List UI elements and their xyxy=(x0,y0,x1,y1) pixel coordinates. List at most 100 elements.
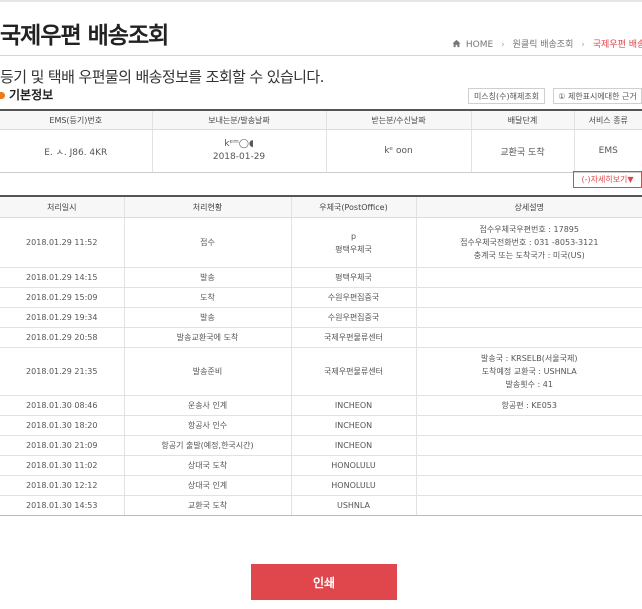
delivery-stage: 교환국 도착 xyxy=(470,129,574,173)
row-datetime: 2018.01.29 20:58 xyxy=(0,327,124,348)
column-header: 서비스 종류 xyxy=(573,110,642,130)
row-datetime: 2018.01.30 14:53 xyxy=(0,495,124,516)
page-title: 국제우편 배송조회 xyxy=(0,23,169,49)
row-datetime: 2018.01.30 18:20 xyxy=(0,415,124,436)
breadcrumb-home[interactable]: HOME xyxy=(466,40,493,50)
row-status: 운송사 인계 xyxy=(123,395,291,416)
office-name: 수원우편집중국 xyxy=(327,313,380,322)
send-date: 2018-01-29 xyxy=(212,152,266,162)
office-name: 국제우편물류센터 xyxy=(324,333,383,342)
top-border xyxy=(0,0,642,2)
detail-line: 발송횟수 : 41 xyxy=(505,380,553,389)
row-detail xyxy=(415,307,642,328)
row-status: 발송준비 xyxy=(123,347,291,396)
row-status: 발송 xyxy=(123,307,291,328)
row-detail xyxy=(415,267,642,288)
restriction-info-button[interactable]: ① 제한표시에대한 근거 xyxy=(553,88,642,104)
column-header: 상세설명 xyxy=(415,196,642,218)
section-title-basic-info: 기본정보 xyxy=(0,86,53,103)
row-datetime: 2018.01.29 21:35 xyxy=(0,347,124,396)
office-name: HONOLULU xyxy=(331,461,376,470)
detail-line: 발송국 : KRSELB(서울국제) xyxy=(481,354,578,363)
row-office: 수원우편집중국 xyxy=(290,287,416,308)
office-name: 평택우체국 xyxy=(335,273,372,282)
row-datetime: 2018.01.30 21:09 xyxy=(0,435,124,456)
row-status: 발송 xyxy=(123,267,291,288)
column-header: 배달단계 xyxy=(470,110,574,130)
row-office: 평택우체국 xyxy=(290,267,416,288)
detail-toggle-button[interactable]: (-)자세히보기▼ xyxy=(573,171,642,188)
row-office: HONOLULU xyxy=(290,475,416,496)
row-status: 상대국 도착 xyxy=(123,455,291,476)
table-row: 2018.01.30 12:12 상대국 인계 HONOLULU xyxy=(0,475,642,496)
row-office: INCHEON xyxy=(290,395,416,416)
receiver-name: kᵉ oon xyxy=(325,129,471,173)
row-detail: 발송국 : KRSELB(서울국제) 도착예정 교환국 : USHNLA 발송횟수 … xyxy=(415,347,642,396)
table-header-row: EMS(등기)번호 보내는분/발송날짜 받는분/수신날짜 배달단계 서비스 종류 xyxy=(0,110,642,130)
office-name: 수원우편집중국 xyxy=(327,293,380,302)
office-name: INCHEON xyxy=(334,441,373,450)
row-detail xyxy=(415,435,642,456)
print-button[interactable]: 인쇄 xyxy=(251,564,397,600)
column-header: 받는분/수신날짜 xyxy=(325,110,471,130)
row-datetime: 2018.01.30 12:12 xyxy=(0,475,124,496)
table-row: 2018.01.30 18:20 항공사 인수 INCHEON xyxy=(0,415,642,436)
table-row: E. ㅅ. J86. 4KR kᵉᵐ◯◖ 2018-01-29 kᵉ oon 교… xyxy=(0,129,642,173)
row-datetime: 2018.01.29 11:52 xyxy=(0,217,124,268)
title-divider xyxy=(0,55,642,56)
row-status: 상대국 인계 xyxy=(123,475,291,496)
detail-line: 충계국 또는 도착국가 : 미국(US) xyxy=(473,251,585,260)
table-header-row: 처리일시 처리현황 우체국(PostOffice) 상세설명 xyxy=(0,196,642,218)
column-header: 처리현황 xyxy=(123,196,291,218)
table-row: 2018.01.29 19:34 발송 수원우편집중국 xyxy=(0,307,642,328)
table-row: 2018.01.29 20:58 발송교환국에 도착 국제우편물류센터 xyxy=(0,327,642,348)
bullet-icon xyxy=(0,92,5,99)
breadcrumb-current[interactable]: 국제우편 배송조 xyxy=(593,40,642,50)
table-row: 2018.01.29 21:35 발송준비 국제우편물류센터 발송국 : KRSELB… xyxy=(0,347,642,396)
sender-name: kᵉᵐ◯◖ xyxy=(224,139,254,149)
row-datetime: 2018.01.30 11:02 xyxy=(0,455,124,476)
sender-cell: kᵉᵐ◯◖ 2018-01-29 xyxy=(151,129,326,173)
column-header: EMS(등기)번호 xyxy=(0,110,152,130)
postage-lookup-button[interactable]: 미스칭(수)해제조회 xyxy=(468,88,545,104)
column-header: 보내는분/발송날짜 xyxy=(151,110,326,130)
section-title-text: 기본정보 xyxy=(9,88,54,102)
breadcrumb-separator-icon: › xyxy=(581,40,585,50)
row-office: INCHEON xyxy=(290,435,416,456)
row-datetime: 2018.01.29 14:15 xyxy=(0,267,124,288)
detail-line: 도착예정 교환국 : USHNLA xyxy=(481,367,577,376)
office-name: INCHEON xyxy=(334,421,373,430)
detail-line: 접수우체국우편번호 : 17895 xyxy=(479,225,579,234)
office-name: 국제우편물류센터 xyxy=(324,367,383,376)
row-office: 수원우편집중국 xyxy=(290,307,416,328)
table-row: 2018.01.29 14:15 발송 평택우체국 xyxy=(0,267,642,288)
tracking-number: E. ㅅ. J86. 4KR xyxy=(0,129,152,173)
row-status: 접수 xyxy=(123,217,291,268)
row-status: 항공기 출발(예정,한국시간) xyxy=(123,435,291,456)
row-status: 발송교환국에 도착 xyxy=(123,327,291,348)
table-row: 2018.01.29 11:52 접수 p 평택우체국 접수우체국우편번호 : 1789… xyxy=(0,217,642,268)
row-detail xyxy=(415,327,642,348)
row-status: 항공사 인수 xyxy=(123,415,291,436)
service-type: EMS xyxy=(573,129,642,173)
row-detail: 접수우체국우편번호 : 17895 접수우체국전화번호 : 031 -8053-3… xyxy=(415,217,642,268)
table-row: 2018.01.29 15:09 도착 수원우편집중국 xyxy=(0,287,642,308)
basic-info-table: EMS(등기)번호 보내는분/발송날짜 받는분/수신날짜 배달단계 서비스 종류… xyxy=(0,109,642,173)
column-header: 우체국(PostOffice) xyxy=(290,196,416,218)
row-status: 교환국 도착 xyxy=(123,495,291,516)
row-detail xyxy=(415,495,642,516)
row-datetime: 2018.01.29 15:09 xyxy=(0,287,124,308)
row-office: INCHEON xyxy=(290,415,416,436)
breadcrumb-oneclick[interactable]: 원클릭 배송조회 xyxy=(513,40,574,50)
table-row: 2018.01.30 08:46 운송사 인계 INCHEON 항공편 : KE053 xyxy=(0,395,642,416)
home-icon[interactable] xyxy=(452,39,461,51)
breadcrumb: HOME › 원클릭 배송조회 › 국제우편 배송조 xyxy=(452,37,642,51)
office-name: INCHEON xyxy=(334,401,373,410)
office-name: 평택우체국 xyxy=(335,244,372,254)
detail-line: 항공편 : KE053 xyxy=(501,401,557,410)
table-row: 2018.01.30 21:09 항공기 출발(예정,한국시간) INCHEON xyxy=(0,435,642,456)
row-status: 도착 xyxy=(123,287,291,308)
row-detail xyxy=(415,287,642,308)
tracking-detail-table: 처리일시 처리현황 우체국(PostOffice) 상세설명 2018.01.2… xyxy=(0,195,642,516)
row-office: 국제우편물류센터 xyxy=(290,327,416,348)
